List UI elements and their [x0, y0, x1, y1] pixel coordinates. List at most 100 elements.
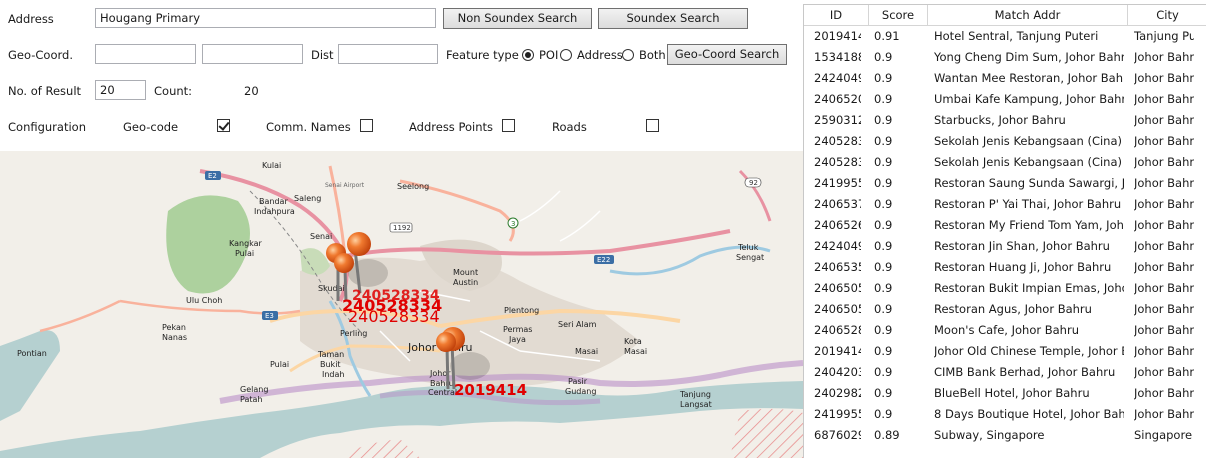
table-row[interactable]: 2406528714 0.9 Moon's Cafe, Johor Bahru Joh…: [804, 320, 1206, 341]
map-view[interactable]: Kulai Saleng Seelong Bandar Indahpura Se…: [0, 151, 803, 458]
table-row[interactable]: 2405283305 0.9 Sekolah Jenis Kebangsaan (C…: [804, 131, 1206, 152]
place-seri-alam: Seri Alam: [558, 320, 597, 329]
geocoord-search-button[interactable]: Geo-Coord Search: [667, 44, 787, 65]
cell-score: 0.9: [874, 365, 893, 379]
cell-id: 2405283305: [814, 134, 861, 148]
table-row[interactable]: 2406520803 0.9 Umbai Kafe Kampung, Johor B…: [804, 89, 1206, 110]
cell-city: Johor Bahru: [1134, 239, 1194, 253]
place-tanjung: Tanjung: [679, 390, 711, 399]
map-marker[interactable]: [436, 332, 456, 352]
map-marker[interactable]: [347, 232, 371, 256]
place-bahru: Bahru: [430, 379, 454, 388]
column-header-city[interactable]: City: [1128, 5, 1206, 26]
table-row[interactable]: 2419955907 0.9 Restoran Saung Sunda Sawarg…: [804, 173, 1206, 194]
table-row[interactable]: 2404203916 0.9 CIMB Bank Berhad, Johor Bah…: [804, 362, 1206, 383]
table-row[interactable]: 2406535911 0.9 Restoran Huang Ji, Johor Ba…: [804, 257, 1206, 278]
map-marker[interactable]: [334, 253, 354, 273]
marker-label-cluster-1b: 240528334: [348, 307, 440, 326]
place-pontian: Pontian: [17, 349, 47, 358]
cell-id: 2019414115: [814, 344, 861, 358]
shield-92: 92: [749, 179, 758, 187]
place-ulu-choh: Ulu Choh: [186, 296, 222, 305]
table-row[interactable]: 6876029819 0.89 Subway, Singapore Singapore: [804, 425, 1206, 446]
address-label: Address: [8, 12, 54, 26]
cell-score: 0.9: [874, 176, 893, 190]
table-row[interactable]: 2424049710 0.9 Restoran Jin Shan, Johor Ba…: [804, 236, 1206, 257]
geocode-checkbox[interactable]: [217, 119, 230, 132]
cell-addr: Sekolah Jenis Kebangsaan (Cina) PU: [934, 134, 1124, 148]
place-austin: Austin: [453, 278, 478, 287]
table-row[interactable]: 2406526909 0.9 Restoran My Friend Tom Yam,…: [804, 215, 1206, 236]
table-row[interactable]: 2405283306 0.9 Sekolah Jenis Kebangsaan (C…: [804, 152, 1206, 173]
cell-id: 6876029819: [814, 428, 861, 442]
cell-city: Johor Bahru: [1134, 71, 1194, 85]
map-canvas[interactable]: Kulai Saleng Seelong Bandar Indahpura Se…: [0, 151, 803, 458]
soundex-search-button[interactable]: Soundex Search: [598, 8, 748, 29]
place-pulai-2: Pulai: [270, 360, 289, 369]
comm-names-checkbox[interactable]: [360, 119, 373, 132]
geocoord-label: Geo-Coord.: [8, 48, 73, 62]
place-jaya: Jaya: [508, 335, 526, 344]
feature-poi-radio[interactable]: [522, 49, 534, 61]
shield-3: 3: [511, 220, 515, 228]
cell-id: 2405283306: [814, 155, 861, 169]
place-senai: Senai: [310, 232, 332, 241]
table-row[interactable]: 2406537008 0.9 Restoran P' Yai Thai, Johor…: [804, 194, 1206, 215]
feature-both-radio[interactable]: [622, 49, 634, 61]
cell-score: 0.9: [874, 113, 893, 127]
feature-address-radio[interactable]: [560, 49, 572, 61]
cell-addr: 8 Days Boutique Hotel, Johor Bahru: [934, 407, 1124, 421]
column-header-score[interactable]: Score: [869, 5, 928, 26]
table-row[interactable]: 2419955918 0.9 8 Days Boutique Hotel, Joho…: [804, 404, 1206, 425]
cell-addr: Umbai Kafe Kampung, Johor Bahru: [934, 92, 1124, 106]
roads-checkbox[interactable]: [646, 119, 659, 132]
cell-city: Johor Bahru: [1134, 134, 1194, 148]
table-row[interactable]: 2424049702 0.9 Wantan Mee Restoran, Johor …: [804, 68, 1206, 89]
cell-city: Johor Bahru: [1134, 218, 1194, 232]
place-bukit: Bukit: [320, 360, 341, 369]
table-row[interactable]: 2406505813 0.9 Restoran Agus, Johor Bahru J…: [804, 299, 1206, 320]
num-results-input[interactable]: 20: [95, 80, 146, 100]
cell-score: 0.9: [874, 50, 893, 64]
cell-score: 0.9: [874, 344, 893, 358]
cell-city: Johor Bahru: [1134, 323, 1194, 337]
column-header-match-addr[interactable]: Match Addr: [928, 5, 1128, 26]
comm-names-label: Comm. Names: [266, 120, 351, 134]
feature-type-label: Feature type: [446, 48, 519, 62]
cell-score: 0.9: [874, 302, 893, 316]
feature-address-label: Address: [577, 48, 623, 62]
cell-addr: Restoran My Friend Tom Yam, Joho: [934, 218, 1124, 232]
non-soundex-search-button[interactable]: Non Soundex Search: [443, 8, 592, 29]
cell-id: 2404203916: [814, 365, 861, 379]
table-row[interactable]: 2019414520 0.91 Hotel Sentral, Tanjung Put…: [804, 26, 1206, 47]
place-langsat: Langsat: [680, 400, 712, 409]
table-row[interactable]: 1534188801 0.9 Yong Cheng Dim Sum, Johor B…: [804, 47, 1206, 68]
table-row[interactable]: 2406505812 0.9 Restoran Bukit Impian Emas,…: [804, 278, 1206, 299]
cell-addr: Sekolah Jenis Kebangsaan (Cina) Ku: [934, 155, 1124, 169]
cell-city: Johor Bahru: [1134, 260, 1194, 274]
place-kangkar: Kangkar: [229, 239, 263, 248]
address-input[interactable]: Hougang Primary: [95, 8, 436, 28]
cell-id: 2424049710: [814, 239, 861, 253]
cell-id: 2019414520: [814, 29, 861, 43]
cell-addr: Restoran Agus, Johor Bahru: [934, 302, 1092, 316]
cell-score: 0.91: [874, 29, 900, 43]
table-row[interactable]: 2019414115 0.9 Johor Old Chinese Temple, J…: [804, 341, 1206, 362]
feature-both-label: Both: [639, 48, 666, 62]
place-patah: Patah: [240, 395, 262, 404]
cell-id: 2406505813: [814, 302, 861, 316]
cell-city: Johor Bahru: [1134, 92, 1194, 106]
restricted-area-2: [730, 408, 803, 458]
geocoord-lon-input[interactable]: [202, 44, 303, 64]
geocoord-lat-input[interactable]: [95, 44, 196, 64]
table-row[interactable]: 2590312704 0.9 Starbucks, Johor Bahru Johor…: [804, 110, 1206, 131]
dist-input[interactable]: [338, 44, 438, 64]
cell-addr: Yong Cheng Dim Sum, Johor Bahru: [934, 50, 1124, 64]
cell-score: 0.9: [874, 281, 893, 295]
results-table[interactable]: ID Score Match Addr City 2019414520 0.91 H…: [803, 4, 1206, 458]
address-points-checkbox[interactable]: [502, 119, 515, 132]
cell-id: 2406535911: [814, 260, 861, 274]
table-row[interactable]: 2402982817 0.9 BlueBell Hotel, Johor Bahru…: [804, 383, 1206, 404]
place-bandar: Bandar: [259, 197, 288, 206]
column-header-id[interactable]: ID: [804, 5, 869, 26]
